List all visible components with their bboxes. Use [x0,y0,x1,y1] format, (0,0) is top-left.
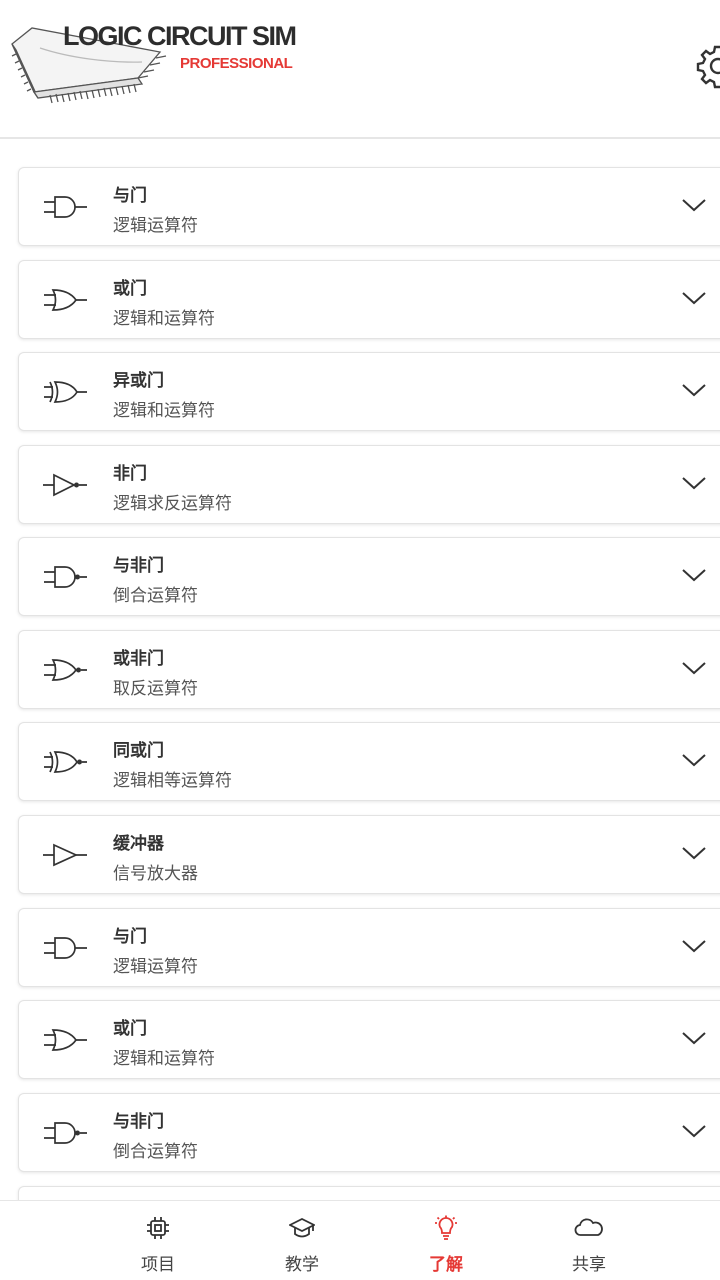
gate-list[interactable]: 与门 逻辑运算符 或门 逻辑和运算符 异或门 逻辑和运算符 非门 逻辑求反运算符… [0,140,720,1200]
nand-gate-icon [44,1122,87,1144]
gate-card-and[interactable]: 与门 逻辑运算符 [18,908,720,987]
gate-card-nand[interactable]: 与非门 倒合运算符 [18,537,720,616]
or-gate-icon [44,1029,87,1051]
graduation-cap-icon [289,1217,315,1238]
gate-subtitle: 逻辑运算符 [113,957,198,977]
gate-title: 或非门 [113,649,164,669]
bottom-tab-bar: 项目 教学 了解 共享 [0,1200,720,1280]
and-gate-icon [44,937,87,959]
chevron-down-icon[interactable] [681,752,707,768]
or-gate-icon [44,289,87,311]
gate-title: 缓冲器 [113,834,164,854]
xnor-gate-icon [44,751,87,773]
not-gate-icon [43,473,87,497]
gate-subtitle: 逻辑运算符 [113,216,198,236]
logo-title: LOGIC CIRCUIT SIM [63,21,297,51]
tab-label: 共享 [572,1255,606,1275]
tab-label: 教学 [285,1255,319,1275]
nand-gate-icon [44,566,87,588]
logo-subtitle: PROFESSIONAL [180,55,293,72]
tab-label: 项目 [141,1255,175,1275]
gate-card-xor[interactable]: 异或门 逻辑和运算符 [18,352,720,431]
tab-projects[interactable]: 项目 [113,1201,203,1280]
settings-button[interactable] [694,42,720,90]
gate-card-xnor[interactable]: 同或门 逻辑相等运算符 [18,722,720,801]
chevron-down-icon[interactable] [681,475,707,491]
gate-subtitle: 信号放大器 [113,864,198,884]
gate-title: 与非门 [113,556,164,576]
xor-gate-icon [44,381,87,403]
lightbulb-icon [435,1215,457,1240]
gate-subtitle: 逻辑和运算符 [113,309,215,329]
gate-subtitle: 逻辑相等运算符 [113,771,232,791]
app-header: LOGIC CIRCUIT SIM PROFESSIONAL [0,0,720,139]
gate-card-or[interactable]: 或门 逻辑和运算符 [18,260,720,339]
gear-icon [696,45,720,89]
gate-card-nand[interactable]: 与非门 倒合运算符 [18,1093,720,1172]
chevron-down-icon[interactable] [681,382,707,398]
chevron-down-icon[interactable] [681,845,707,861]
chevron-down-icon[interactable] [681,290,707,306]
chevron-down-icon[interactable] [681,660,707,676]
gate-subtitle: 取反运算符 [113,679,198,699]
gate-title: 与非门 [113,1112,164,1132]
gate-title: 与门 [113,927,147,947]
gate-subtitle: 逻辑和运算符 [113,401,215,421]
chip-icon [147,1217,169,1239]
gate-title: 或门 [113,1019,147,1039]
chevron-down-icon[interactable] [681,197,707,213]
gate-title: 或门 [113,279,147,299]
nor-gate-icon [44,659,87,681]
gate-subtitle: 逻辑求反运算符 [113,494,232,514]
gate-subtitle: 逻辑和运算符 [113,1049,215,1069]
tab-explore[interactable]: 了解 [401,1201,491,1280]
gate-title: 与门 [113,186,147,206]
cloud-icon [574,1218,603,1236]
gate-title: 非门 [113,464,147,484]
gate-subtitle: 倒合运算符 [113,1142,198,1162]
gate-card-or[interactable]: 或门 逻辑和运算符 [18,1000,720,1079]
tab-learn[interactable]: 教学 [257,1201,347,1280]
tab-share[interactable]: 共享 [544,1201,634,1280]
gate-card-partial[interactable] [18,1186,720,1200]
gate-card-nor[interactable]: 或非门 取反运算符 [18,630,720,709]
gate-card-not[interactable]: 非门 逻辑求反运算符 [18,445,720,524]
app-logo: LOGIC CIRCUIT SIM PROFESSIONAL [10,18,340,114]
chevron-down-icon[interactable] [681,1123,707,1139]
chevron-down-icon[interactable] [681,567,707,583]
gate-card-buffer[interactable]: 缓冲器 信号放大器 [18,815,720,894]
gate-title: 异或门 [113,371,164,391]
chevron-down-icon[interactable] [681,1030,707,1046]
chevron-down-icon[interactable] [681,938,707,954]
gate-title: 同或门 [113,741,164,761]
gate-card-and[interactable]: 与门 逻辑运算符 [18,167,720,246]
and-gate-icon [44,196,87,218]
buffer-gate-icon [43,843,87,867]
tab-label: 了解 [429,1255,463,1275]
gate-subtitle: 倒合运算符 [113,586,198,606]
